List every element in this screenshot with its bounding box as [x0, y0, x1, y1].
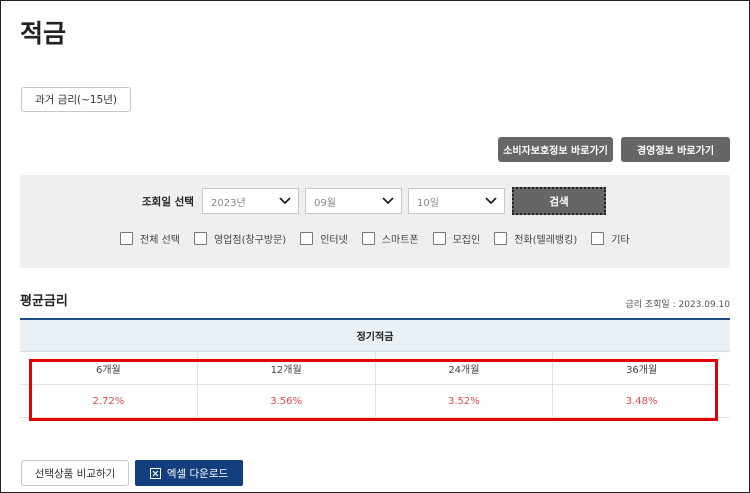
- search-panel: 조회일 선택 2023년 09월 10일 검색 전체 선택 영업점(창구방문) …: [20, 175, 730, 268]
- checkbox-box[interactable]: [120, 232, 133, 245]
- day-select[interactable]: 10일: [408, 188, 505, 214]
- year-value: 2023년: [211, 197, 246, 209]
- checkbox-select-all[interactable]: 전체 선택: [120, 231, 180, 246]
- compare-button[interactable]: 선택상품 비교하기: [21, 460, 129, 486]
- checkbox-box[interactable]: [300, 232, 314, 245]
- checkbox-phone[interactable]: 전화(텔레뱅킹): [494, 231, 577, 246]
- checkbox-label: 기타: [611, 235, 630, 246]
- checkbox-label: 전화(텔레뱅킹): [514, 235, 578, 246]
- checkbox-label: 영업점(창구방문): [213, 235, 287, 246]
- excel-download-label: 엑셀 다운로드: [166, 467, 229, 480]
- year-select[interactable]: 2023년: [202, 188, 299, 214]
- chevron-down-icon: [279, 197, 291, 205]
- highlight-box: [29, 359, 718, 421]
- checkbox-box[interactable]: [591, 232, 605, 245]
- query-date: 금리 조회일 : 2023.09.10: [625, 300, 730, 310]
- past-rates-button[interactable]: 과거 금리(~15년): [21, 87, 131, 112]
- month-value: 09월: [314, 197, 336, 209]
- checkbox-other[interactable]: 기타: [591, 231, 630, 246]
- search-button[interactable]: 검색: [512, 187, 606, 215]
- average-rate-heading: 평균금리: [20, 294, 68, 309]
- checkbox-label: 모집인: [452, 235, 481, 246]
- management-info-button[interactable]: 경영정보 바로가기: [621, 137, 730, 162]
- checkbox-branch[interactable]: 영업점(창구방문): [193, 231, 287, 246]
- channel-checkboxes: 전체 선택 영업점(창구방문) 인터넷 스마트폰 모집인 전화(텔레뱅킹) 기타: [120, 231, 644, 246]
- date-select-label: 조회일 선택: [142, 196, 194, 208]
- checkbox-smartphone[interactable]: 스마트폰: [361, 231, 419, 246]
- day-value: 10일: [417, 197, 439, 209]
- page-title: 적금: [20, 19, 67, 48]
- excel-download-button[interactable]: 엑셀 다운로드: [135, 460, 243, 486]
- table-header: 정기적금: [20, 318, 730, 352]
- checkbox-label: 스마트폰: [381, 235, 419, 246]
- checkbox-box[interactable]: [361, 232, 375, 245]
- excel-icon: [149, 467, 161, 479]
- checkbox-label: 인터넷: [320, 235, 348, 246]
- checkbox-label: 전체 선택: [140, 235, 180, 246]
- checkbox-box[interactable]: [193, 232, 207, 245]
- chevron-down-icon: [485, 197, 497, 205]
- checkbox-agent[interactable]: 모집인: [432, 231, 481, 246]
- consumer-info-button[interactable]: 소비자보호정보 바로가기: [498, 137, 613, 162]
- checkbox-box[interactable]: [494, 232, 508, 245]
- month-select[interactable]: 09월: [305, 188, 402, 214]
- chevron-down-icon: [382, 197, 394, 205]
- checkbox-internet[interactable]: 인터넷: [300, 231, 348, 246]
- checkbox-box[interactable]: [432, 232, 446, 245]
